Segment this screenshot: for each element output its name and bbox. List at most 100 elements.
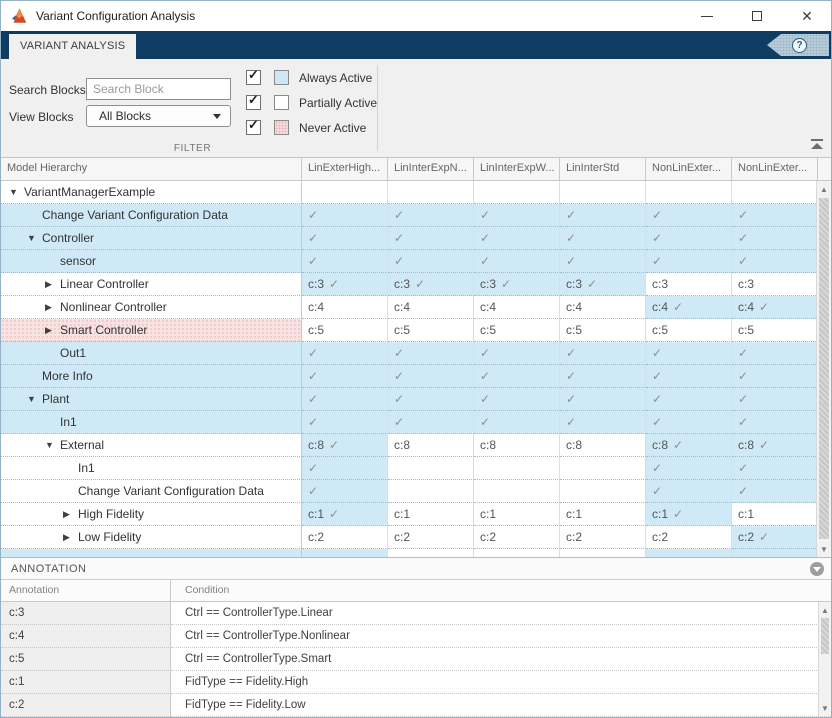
status-cell[interactable]: ✓	[474, 342, 560, 365]
column-header[interactable]: LinInterStd	[560, 158, 646, 180]
status-cell[interactable]: c:1✓	[302, 503, 388, 526]
view-blocks-dropdown[interactable]: All Blocks	[86, 105, 231, 127]
hierarchy-cell[interactable]: More Info	[1, 365, 302, 388]
minimize-button[interactable]	[693, 2, 721, 30]
status-cell[interactable]: c:8✓	[732, 434, 818, 457]
status-cell[interactable]: ✓	[560, 250, 646, 273]
status-cell[interactable]: ✓	[388, 411, 474, 434]
expand-arrow-icon[interactable]: ▶	[45, 325, 60, 336]
annotation-id[interactable]: c:3	[1, 602, 171, 625]
annotation-row[interactable]: c:3Ctrl == ControllerType.Linear	[1, 602, 831, 625]
hierarchy-cell[interactable]: ▼VariantManagerExample	[1, 181, 302, 204]
status-cell[interactable]: c:8	[560, 434, 646, 457]
status-cell[interactable]: ✓	[388, 250, 474, 273]
status-cell[interactable]: c:5	[302, 319, 388, 342]
status-cell[interactable]: ✓	[474, 388, 560, 411]
status-cell[interactable]: ✓	[646, 250, 732, 273]
scrollbar-thumb[interactable]	[819, 198, 829, 539]
status-cell[interactable]: c:3	[646, 273, 732, 296]
status-cell[interactable]: ✓	[302, 365, 388, 388]
status-cell[interactable]: c:8✓	[646, 434, 732, 457]
status-cell[interactable]: ✓	[388, 342, 474, 365]
hierarchy-cell[interactable]: ▶High Fidelity	[1, 503, 302, 526]
annotation-row[interactable]: c:5Ctrl == ControllerType.Smart	[1, 648, 831, 671]
status-cell[interactable]: ✓	[646, 388, 732, 411]
status-cell[interactable]: c:1	[732, 503, 818, 526]
table-row[interactable]: In1✓✓✓	[1, 457, 818, 480]
table-row[interactable]: ▼Controller✓✓✓✓✓✓	[1, 227, 818, 250]
hierarchy-cell[interactable]: ▶Smart Controller	[1, 319, 302, 342]
expand-arrow-icon[interactable]: ▶	[45, 302, 60, 313]
status-cell[interactable]: ✓	[732, 480, 818, 503]
annotation-id[interactable]: c:2	[1, 694, 171, 717]
annotation-row[interactable]: c:4Ctrl == ControllerType.Nonlinear	[1, 625, 831, 648]
table-row[interactable]: ▼Plant✓✓✓✓✓✓	[1, 388, 818, 411]
status-cell[interactable]	[302, 549, 388, 557]
table-row[interactable]: More Info✓✓✓✓✓✓	[1, 365, 818, 388]
status-cell[interactable]: ✓	[474, 227, 560, 250]
status-cell[interactable]	[732, 549, 818, 557]
status-cell[interactable]: ✓	[388, 204, 474, 227]
annotation-condition[interactable]: Ctrl == ControllerType.Nonlinear	[171, 625, 831, 648]
status-cell[interactable]: ✓	[646, 204, 732, 227]
status-cell[interactable]: ✓	[474, 204, 560, 227]
status-cell[interactable]: c:5	[388, 319, 474, 342]
checkbox[interactable]: ✓	[246, 120, 261, 135]
status-cell[interactable]: c:2	[560, 526, 646, 549]
expand-arrow-icon[interactable]: ▶	[45, 279, 60, 290]
status-cell[interactable]: ✓	[732, 250, 818, 273]
status-cell[interactable]	[560, 549, 646, 557]
status-cell[interactable]	[560, 480, 646, 503]
hierarchy-cell[interactable]: ▶Low Fidelity	[1, 526, 302, 549]
model-hierarchy-header[interactable]: Model Hierarchy	[1, 158, 302, 180]
tab-variant-analysis[interactable]: VARIANT ANALYSIS	[9, 34, 136, 59]
table-row[interactable]: sensor✓✓✓✓✓✓	[1, 250, 818, 273]
annotation-condition[interactable]: Ctrl == ControllerType.Linear	[171, 602, 831, 625]
status-cell[interactable]	[474, 181, 560, 204]
status-cell[interactable]: ✓	[388, 227, 474, 250]
hierarchy-cell[interactable]: ▶Nonlinear Controller	[1, 296, 302, 319]
expand-arrow-icon[interactable]: ▶	[63, 509, 78, 520]
annotation-condition[interactable]: FidType == Fidelity.Low	[171, 694, 831, 717]
status-cell[interactable]: ✓	[732, 411, 818, 434]
table-row[interactable]: ▼VariantManagerExample	[1, 181, 818, 204]
scroll-up-icon[interactable]: ▲	[819, 603, 831, 617]
status-cell[interactable]: c:1✓	[646, 503, 732, 526]
status-cell[interactable]: c:8	[388, 434, 474, 457]
status-cell[interactable]: c:3✓	[302, 273, 388, 296]
checkbox[interactable]: ✓	[246, 70, 261, 85]
table-row[interactable]: Change Variant Configuration Data✓✓✓✓✓✓	[1, 204, 818, 227]
status-cell[interactable]: ✓	[560, 388, 646, 411]
status-cell[interactable]	[732, 181, 818, 204]
annotation-column-header[interactable]: Annotation	[1, 580, 171, 601]
hierarchy-cell[interactable]: ▼Plant	[1, 388, 302, 411]
table-row[interactable]: ▶Low Fidelityc:2c:2c:2c:2c:2c:2✓	[1, 526, 818, 549]
status-cell[interactable]: ✓	[646, 342, 732, 365]
status-cell[interactable]	[388, 181, 474, 204]
status-cell[interactable]: c:4	[474, 296, 560, 319]
annotation-id[interactable]: c:4	[1, 625, 171, 648]
status-cell[interactable]: c:2	[474, 526, 560, 549]
table-row[interactable]: ▶Smart Controllerc:5c:5c:5c:5c:5c:5	[1, 319, 818, 342]
status-cell[interactable]: c:3	[732, 273, 818, 296]
status-cell[interactable]: ✓	[646, 457, 732, 480]
status-cell[interactable]: ✓	[646, 480, 732, 503]
status-cell[interactable]: c:5	[646, 319, 732, 342]
annotation-collapse-button[interactable]	[810, 562, 824, 576]
collapse-toolstrip-button[interactable]	[810, 139, 824, 149]
close-button[interactable]: ✕	[793, 2, 821, 30]
status-cell[interactable]: ✓	[646, 365, 732, 388]
expand-arrow-icon[interactable]: ▶	[63, 532, 78, 543]
table-row[interactable]: ▶Linear Controllerc:3✓c:3✓c:3✓c:3✓c:3c:3	[1, 273, 818, 296]
status-cell[interactable]: ✓	[732, 227, 818, 250]
status-cell[interactable]: c:1	[388, 503, 474, 526]
column-header[interactable]: NonLinExter...	[732, 158, 818, 180]
status-cell[interactable]: c:3✓	[388, 273, 474, 296]
status-cell[interactable]: ✓	[302, 457, 388, 480]
status-cell[interactable]: c:4✓	[646, 296, 732, 319]
status-cell[interactable]: c:2	[388, 526, 474, 549]
hierarchy-cell[interactable]: Change Variant Configuration Data	[1, 204, 302, 227]
status-cell[interactable]: c:4	[388, 296, 474, 319]
status-cell[interactable]	[388, 549, 474, 557]
status-cell[interactable]: ✓	[302, 227, 388, 250]
